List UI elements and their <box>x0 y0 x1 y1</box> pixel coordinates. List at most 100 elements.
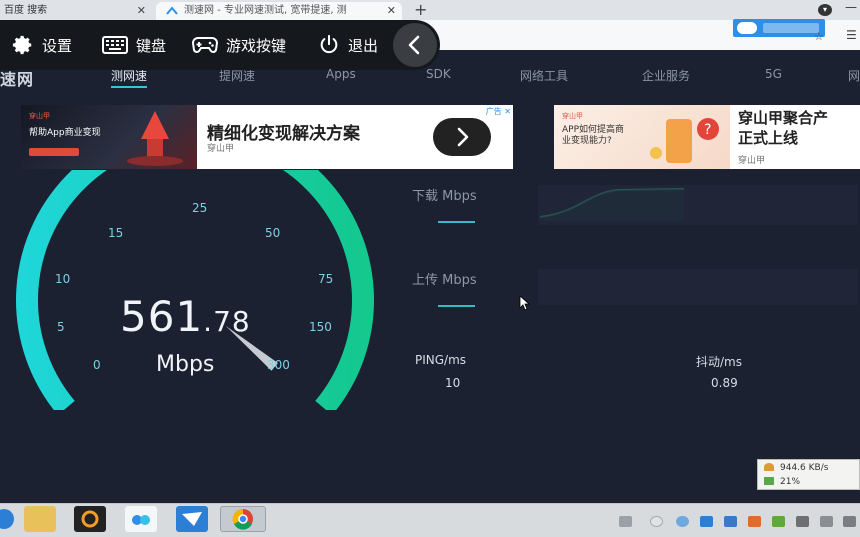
nav-more[interactable]: 网 <box>848 67 860 84</box>
ad-source: 穿山甲 <box>207 144 235 154</box>
browser-menu-icon[interactable]: ☰ <box>846 28 857 42</box>
netmon-cpu-row: 21% <box>764 477 800 487</box>
file-explorer-icon[interactable] <box>24 506 56 532</box>
tray-icon[interactable] <box>843 516 856 527</box>
ad-title-line-2: 正式上线 <box>738 129 799 147</box>
power-icon <box>320 34 338 54</box>
bookmark-star-icon[interactable]: ☆ <box>814 30 824 43</box>
ad-image: 穿山甲 APP如何提高商业变现能力? ? <box>554 105 730 169</box>
game-keys-button[interactable]: 游戏按键 <box>192 20 286 70</box>
gauge-tick-label: 150 <box>309 320 332 334</box>
nav-5g[interactable]: 5G <box>765 67 782 81</box>
gauge-tick-label: 5 <box>57 320 65 334</box>
browser-tab-strip: 百度 搜索 ✕ 测速网 - 专业网速测试, 宽带提速, 测 ✕ + ▾ — <box>0 0 860 20</box>
ad-image-text: 帮助App商业变现 <box>29 128 101 138</box>
upload-label: 上传 Mbps <box>412 273 477 288</box>
speed-value: 561.78 <box>120 292 251 341</box>
settings-label: 设置 <box>42 36 73 55</box>
screen: 百度 搜索 ✕ 测速网 - 专业网速测试, 宽带提速, 测 ✕ + ▾ — ☆ … <box>0 0 860 537</box>
tab-label: 百度 搜索 <box>4 5 48 16</box>
speed-graph <box>538 185 858 305</box>
cloud-icon <box>132 515 150 525</box>
chrome-taskbar-button[interactable] <box>220 506 266 532</box>
cloud-icon <box>737 22 757 34</box>
settings-button[interactable]: 设置 <box>12 20 72 70</box>
netmon-cpu: 21% <box>780 477 801 487</box>
tab-search-icon[interactable]: ▾ <box>818 4 832 16</box>
cpu-icon <box>764 477 774 485</box>
tab-speedtest[interactable]: 测速网 - 专业网速测试, 宽带提速, 测 ✕ <box>156 2 402 20</box>
remote-control-toolbar: 设置 键盘 游戏按键 退出 <box>0 20 440 70</box>
ping-value: 10 <box>445 376 461 390</box>
chevron-left-icon <box>408 35 420 55</box>
ad-close-button[interactable]: 广告 ✕ <box>486 106 511 117</box>
gear-icon <box>12 35 32 55</box>
nvidia-icon[interactable] <box>772 516 785 527</box>
tray-icon[interactable] <box>650 516 663 527</box>
g-logo-icon <box>81 510 99 528</box>
close-icon[interactable]: ✕ <box>137 2 146 19</box>
download-indicator <box>438 221 475 223</box>
site-logo[interactable]: 速网 <box>0 66 34 90</box>
ad-title: 穿山甲聚合产 正式上线 <box>738 108 828 148</box>
netmon-speed-row: 944.6 KB/s <box>764 463 828 473</box>
gauge-tick-label: 50 <box>265 226 281 240</box>
svg-text:?: ? <box>704 122 711 138</box>
cloud-extension-label <box>763 23 819 33</box>
tab-label: 测速网 - 专业网速测试, 宽带提速, 测 <box>184 5 347 16</box>
baidu-netdisk-icon[interactable] <box>125 506 157 532</box>
nav-enterprise[interactable]: 企业服务 <box>642 67 690 84</box>
jitter-value: 0.89 <box>711 376 738 390</box>
tray-icon[interactable] <box>724 516 737 527</box>
ad-go-button[interactable] <box>433 118 491 156</box>
gamepad-icon <box>192 37 218 53</box>
network-icon[interactable] <box>820 516 833 527</box>
minimize-icon[interactable]: — <box>845 0 857 14</box>
new-tab-button[interactable]: + <box>414 0 427 20</box>
nav-sdk[interactable]: SDK <box>426 67 451 81</box>
arrow-right-icon <box>457 127 469 147</box>
ad-image-text: APP如何提高商业变现能力? <box>562 125 625 146</box>
nav-speed-up[interactable]: 提网速 <box>219 67 255 84</box>
collapse-toolbar-button[interactable] <box>393 23 437 67</box>
keyboard-button[interactable]: 键盘 <box>102 20 166 70</box>
ad-image: 穿山甲 帮助App商业变现 <box>21 105 197 169</box>
gauge-tick-label: 300 <box>267 358 290 372</box>
mouse-cursor-icon <box>519 295 531 311</box>
ad-image-button <box>29 148 79 156</box>
tray-icon[interactable] <box>748 516 761 527</box>
bird-icon <box>182 512 202 526</box>
network-monitor-widget[interactable]: 944.6 KB/s 21% <box>757 459 860 490</box>
ad-banner-1[interactable]: 穿山甲 帮助App商业变现 精细化变现解决方案 穿山甲 广告 ✕ <box>21 105 513 169</box>
nav-apps[interactable]: Apps <box>326 67 356 81</box>
nav-network-tools[interactable]: 网络工具 <box>520 67 568 84</box>
speedtest-favicon-icon <box>166 6 178 15</box>
keyboard-label: 键盘 <box>136 36 167 55</box>
close-icon[interactable]: ✕ <box>387 2 396 19</box>
tab-baidu-search[interactable]: 百度 搜索 ✕ <box>0 2 152 20</box>
feishu-tray-icon[interactable] <box>700 516 713 527</box>
gauge-tick-label: 25 <box>192 201 208 215</box>
speed-value-int: 561 <box>120 292 204 341</box>
volume-icon[interactable] <box>796 516 809 527</box>
nav-speed-test[interactable]: 测网速 <box>111 67 148 88</box>
speed-unit: Mbps <box>156 352 215 377</box>
ad-brand: 穿山甲 <box>562 112 583 120</box>
jitter-label: 抖动/ms <box>696 355 742 369</box>
exit-label: 退出 <box>348 36 379 55</box>
game-keys-label: 游戏按键 <box>226 36 287 55</box>
app-g-icon[interactable] <box>74 506 106 532</box>
gauge-tick-label: 10 <box>55 272 71 286</box>
chrome-icon <box>232 508 253 530</box>
cloud-extension-button[interactable] <box>733 19 825 37</box>
ad-title-line-1: 穿山甲聚合产 <box>738 109 829 127</box>
ad-banner-2[interactable]: 穿山甲 APP如何提高商业变现能力? ? 穿山甲聚合产 正式上线 穿山甲 <box>554 105 860 169</box>
upload-arrow-icon <box>764 463 774 471</box>
download-label: 下载 Mbps <box>412 189 477 204</box>
tray-icon[interactable] <box>676 516 689 527</box>
netmon-speed: 944.6 KB/s <box>780 463 829 473</box>
gauge-tick-label: 75 <box>318 272 334 286</box>
keyboard-tray-icon[interactable] <box>619 516 632 527</box>
exit-button[interactable]: 退出 <box>318 20 378 70</box>
feishu-icon[interactable] <box>176 506 208 532</box>
